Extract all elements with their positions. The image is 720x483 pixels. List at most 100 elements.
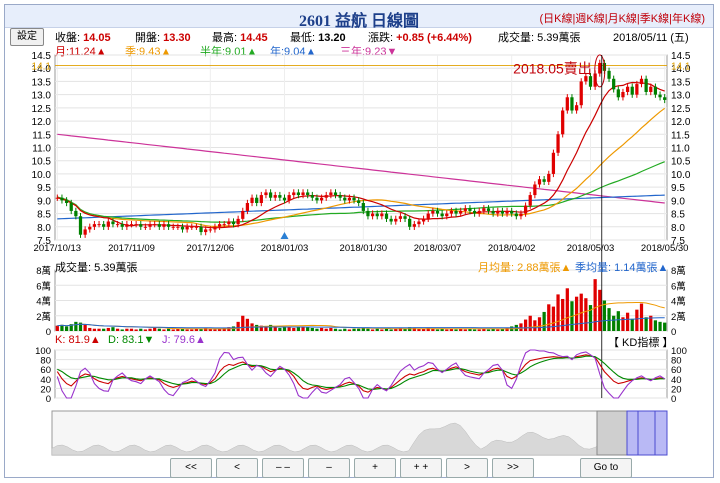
candle-body: [417, 221, 421, 225]
volume-tick-left: 6萬: [36, 280, 51, 292]
volume-tick-right: 6萬: [671, 280, 686, 292]
volume-bar: [213, 329, 217, 331]
volume-bar: [435, 329, 440, 331]
date-tick-label: 2018/01/03: [261, 243, 309, 254]
price-tick-left: 10.5: [32, 157, 52, 168]
volume-bar: [347, 329, 352, 331]
candle-body: [213, 226, 217, 230]
volume-bar: [148, 328, 152, 331]
nav-zoom-out-more-button[interactable]: – –: [262, 458, 304, 478]
volume-bar: [537, 317, 542, 331]
candle-body: [329, 192, 333, 196]
candle-body: [366, 210, 370, 217]
candle-body: [570, 97, 574, 111]
volume-bar: [319, 327, 324, 331]
candle-body: [319, 197, 324, 201]
volume-bar: [129, 328, 134, 331]
candle-body: [384, 213, 389, 219]
volume-bar: [83, 324, 87, 331]
candle-body: [171, 226, 175, 228]
candle-body: [370, 213, 375, 217]
price-tick-right: 12.0: [671, 117, 691, 128]
candle-body: [129, 224, 134, 226]
kd-k-label: K: 81.9▲: [55, 334, 101, 346]
volume-month-avg-label: 月均量: 2.88萬張▲: [478, 262, 572, 274]
price-tick-right: 10.0: [671, 170, 691, 181]
price-tick-right: 12.5: [671, 104, 691, 115]
nav-last-button[interactable]: >>: [492, 458, 534, 478]
candle-body: [463, 208, 467, 211]
nav-zoom-in-more-button[interactable]: + +: [400, 458, 442, 478]
volume-panel: [55, 279, 667, 331]
candle-body: [255, 197, 259, 203]
volume-bar: [389, 329, 393, 331]
candle-body: [264, 192, 268, 196]
candle-body: [231, 221, 236, 225]
volume-bar: [496, 329, 500, 331]
nav-next-button[interactable]: >: [446, 458, 488, 478]
kd-tick-left: 20: [40, 384, 51, 395]
candle-body: [556, 134, 560, 153]
overview-navigator[interactable]: [51, 410, 668, 456]
candle-body: [612, 78, 616, 90]
volume-bar: [139, 328, 143, 331]
event-marker-icon: [280, 232, 289, 239]
volume-bar: [92, 328, 97, 331]
candle-body: [222, 224, 226, 226]
volume-bar: [102, 328, 106, 331]
candle-body: [120, 224, 124, 227]
nav-zoom-out-button[interactable]: –: [308, 458, 350, 478]
candle-body: [635, 84, 639, 95]
kd-tick-right: 20: [671, 384, 682, 395]
candle-body: [440, 213, 444, 217]
date-tick-label: 2018/01/30: [340, 243, 388, 254]
kd-tick-right: 40: [671, 375, 682, 386]
price-tick-right: 13.5: [671, 77, 691, 88]
volume-quarter-avg-label: 季均量: 1.14萬張▲: [575, 262, 669, 274]
current-price-tick-left: 14.1: [32, 62, 52, 73]
candle-body: [639, 78, 644, 85]
candle-body: [537, 179, 542, 185]
candle-body: [111, 221, 115, 225]
candle-body: [310, 195, 314, 198]
volume-bar: [55, 325, 59, 331]
candle-body: [565, 97, 569, 111]
candle-body: [408, 218, 412, 227]
candle-body: [115, 224, 120, 226]
candle-body: [533, 184, 537, 196]
volume-bar: [333, 328, 338, 331]
candle-body: [287, 195, 291, 201]
candle-body: [227, 221, 231, 225]
volume-bar: [486, 329, 491, 331]
date-tick-label: 2017/10/13: [34, 243, 82, 254]
overview-range-shade: [596, 410, 628, 456]
volume-bar: [171, 329, 175, 331]
goto-button[interactable]: Go to: [580, 458, 632, 478]
volume-bar: [74, 321, 78, 331]
candle-body: [157, 224, 161, 227]
candle-body: [55, 197, 59, 199]
volume-bar: [357, 328, 361, 331]
volume-bar: [593, 279, 597, 331]
volume-bar: [190, 329, 194, 331]
candle-body: [301, 192, 305, 196]
volume-total-label: 成交量: 5.39萬張: [55, 262, 138, 274]
nav-first-button[interactable]: <<: [170, 458, 212, 478]
volume-bar: [315, 328, 319, 331]
nav-prev-button[interactable]: <: [216, 458, 258, 478]
three-year-ma-line: [57, 133, 665, 204]
volume-bar: [519, 323, 523, 331]
candle-body: [551, 152, 556, 174]
volume-bar: [111, 327, 115, 331]
volume-bar: [630, 318, 634, 331]
candle-body: [431, 210, 435, 214]
candle-body: [166, 224, 171, 227]
candle-body: [88, 226, 92, 230]
candle-body: [278, 195, 282, 198]
nav-zoom-in-button[interactable]: +: [354, 458, 396, 478]
volume-bar: [625, 312, 630, 331]
candle-body: [630, 86, 634, 95]
volume-bar: [236, 321, 240, 331]
candle-body: [208, 229, 212, 231]
candle-body: [523, 205, 528, 214]
